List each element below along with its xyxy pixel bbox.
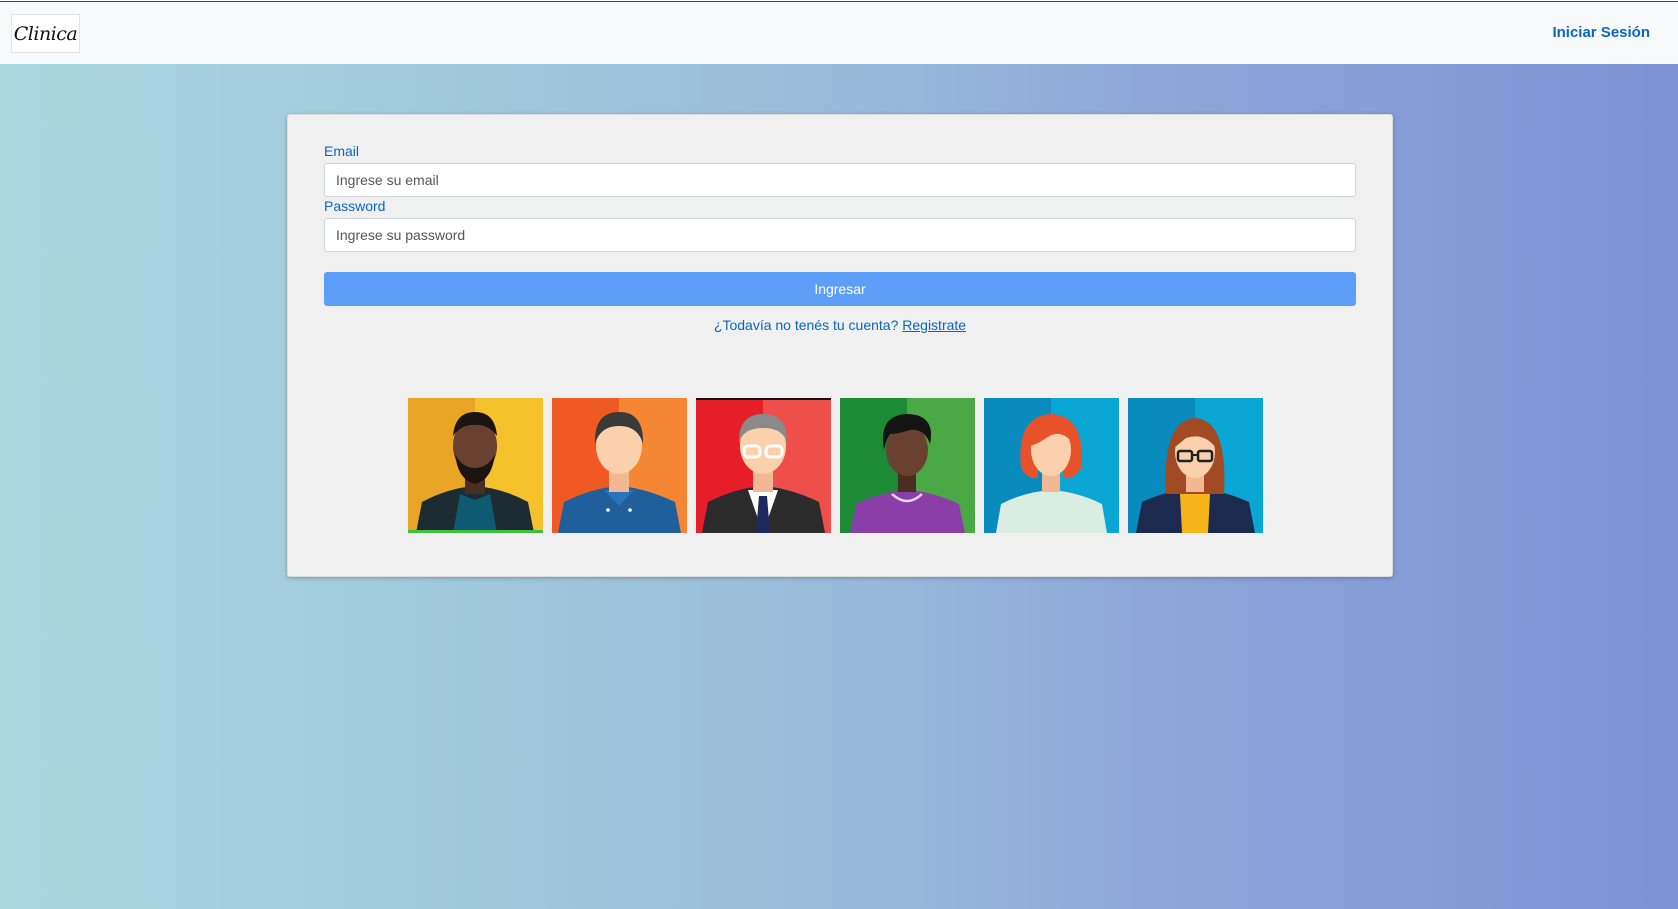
login-card: Email Password Ingresar ¿Todavía no tené… bbox=[287, 114, 1393, 577]
login-link[interactable]: Iniciar Sesión bbox=[1552, 24, 1650, 41]
woman-glasses-avatar-icon[interactable] bbox=[1128, 398, 1263, 533]
email-field[interactable] bbox=[324, 163, 1356, 197]
man-beard-avatar-icon[interactable] bbox=[408, 398, 543, 533]
register-prompt-text: ¿Todavía no tenés tu cuenta? bbox=[713, 317, 899, 333]
register-link[interactable]: Registrate bbox=[902, 317, 966, 333]
brand-logo[interactable]: Clinica bbox=[11, 14, 80, 53]
email-label: Email bbox=[324, 143, 360, 159]
quick-access-avatars bbox=[408, 398, 1263, 533]
woman-red-hair-avatar-icon[interactable] bbox=[984, 398, 1119, 533]
brand-text: Clinica bbox=[13, 22, 78, 45]
password-label: Password bbox=[324, 198, 386, 214]
navbar: Clinica Iniciar Sesión bbox=[0, 1, 1678, 64]
password-field[interactable] bbox=[324, 218, 1356, 252]
register-prompt: ¿Todavía no tenés tu cuenta? Registrate bbox=[288, 317, 1392, 333]
man-suit-glasses-avatar-icon[interactable] bbox=[696, 398, 831, 533]
woman-curly-hair-avatar-icon[interactable] bbox=[840, 398, 975, 533]
login-button[interactable]: Ingresar bbox=[324, 272, 1356, 306]
man-blue-shirt-avatar-icon[interactable] bbox=[552, 398, 687, 533]
